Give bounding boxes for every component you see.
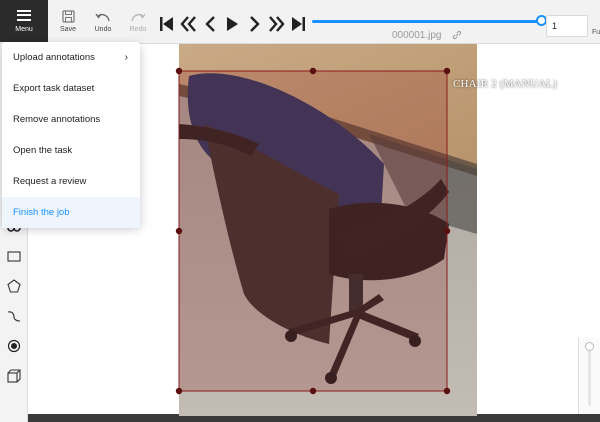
rectangle-tool-button[interactable] bbox=[6, 248, 22, 264]
redo-label: Redo bbox=[129, 26, 147, 33]
menu-item-label: Remove annotations bbox=[13, 114, 101, 125]
menu-item-label: Upload annotations bbox=[13, 52, 95, 63]
last-frame-icon bbox=[292, 17, 305, 31]
frame-image[interactable] bbox=[179, 44, 477, 416]
play-icon bbox=[227, 17, 238, 31]
menu-item-finish-the-job[interactable]: Finish the job bbox=[2, 197, 140, 228]
menu-label: Menu bbox=[15, 25, 33, 33]
top-toolbar: Menu Save Undo Redo 1 Fu 000001.jpg bbox=[0, 0, 600, 44]
chevron-left-icon bbox=[205, 16, 215, 32]
chevron-right-icon: › bbox=[124, 52, 128, 63]
menu-item-label: Finish the job bbox=[13, 207, 70, 218]
redo-button[interactable]: Redo bbox=[123, 10, 153, 42]
undo-icon bbox=[95, 13, 110, 22]
last-frame-button[interactable] bbox=[290, 14, 307, 34]
save-icon bbox=[61, 10, 75, 23]
previous-step-button[interactable] bbox=[180, 14, 197, 34]
play-button[interactable] bbox=[224, 14, 241, 34]
frame-number-input[interactable] bbox=[546, 15, 588, 37]
undo-label: Undo bbox=[94, 26, 112, 33]
polyline-tool-button[interactable] bbox=[6, 308, 22, 324]
polygon-tool-button[interactable] bbox=[6, 278, 22, 294]
menu-item-open-the-task[interactable]: Open the task bbox=[2, 135, 140, 166]
menu-item-label: Request a review bbox=[13, 176, 87, 187]
frame-filename: 000001.jpg bbox=[392, 30, 442, 41]
cuboid-icon bbox=[7, 369, 21, 383]
menu-item-request-a-review[interactable]: Request a review bbox=[2, 166, 140, 197]
first-frame-button[interactable] bbox=[158, 14, 175, 34]
menu-item-remove-annotations[interactable]: Remove annotations bbox=[2, 104, 140, 135]
save-label: Save bbox=[60, 26, 76, 33]
rectangle-icon bbox=[7, 250, 21, 262]
annotation-label: CHAIR 2 (MANUAL) bbox=[453, 78, 558, 90]
link-icon[interactable] bbox=[452, 30, 462, 40]
next-step-button[interactable] bbox=[268, 14, 285, 34]
menu-item-label: Export task dataset bbox=[13, 83, 95, 94]
menu-item-export-task-dataset[interactable]: Export task dataset bbox=[2, 73, 140, 104]
polygon-icon bbox=[7, 279, 21, 293]
menu-item-upload-annotations[interactable]: Upload annotations › bbox=[2, 42, 140, 73]
first-frame-icon bbox=[160, 17, 173, 31]
chevron-right-icon bbox=[250, 16, 260, 32]
player-controls bbox=[158, 14, 307, 34]
redo-icon bbox=[131, 13, 146, 22]
main-menu-dropdown: Upload annotations › Export task dataset… bbox=[2, 42, 140, 228]
points-icon bbox=[7, 339, 21, 353]
undo-button[interactable]: Undo bbox=[88, 10, 118, 42]
cuboid-tool-button[interactable] bbox=[6, 368, 22, 384]
frame-slider-track[interactable] bbox=[312, 20, 542, 23]
points-tool-button[interactable] bbox=[6, 338, 22, 354]
next-frame-button[interactable] bbox=[246, 14, 263, 34]
zoom-slider-track[interactable] bbox=[588, 346, 591, 406]
zoom-slider-handle[interactable] bbox=[585, 342, 594, 351]
right-side-panel bbox=[578, 338, 600, 414]
double-chevron-left-icon bbox=[180, 16, 196, 32]
menu-item-label: Open the task bbox=[13, 145, 73, 156]
menu-button[interactable]: Menu bbox=[0, 0, 48, 42]
previous-frame-button[interactable] bbox=[202, 14, 219, 34]
save-button[interactable]: Save bbox=[53, 10, 83, 42]
annotation-app: Menu Save Undo Redo 1 Fu 000001.jpg CHAI… bbox=[0, 0, 600, 422]
double-chevron-right-icon bbox=[269, 16, 285, 32]
fullscreen-label[interactable]: Fu bbox=[592, 29, 600, 36]
polyline-icon bbox=[7, 311, 21, 322]
hamburger-icon bbox=[17, 9, 31, 21]
